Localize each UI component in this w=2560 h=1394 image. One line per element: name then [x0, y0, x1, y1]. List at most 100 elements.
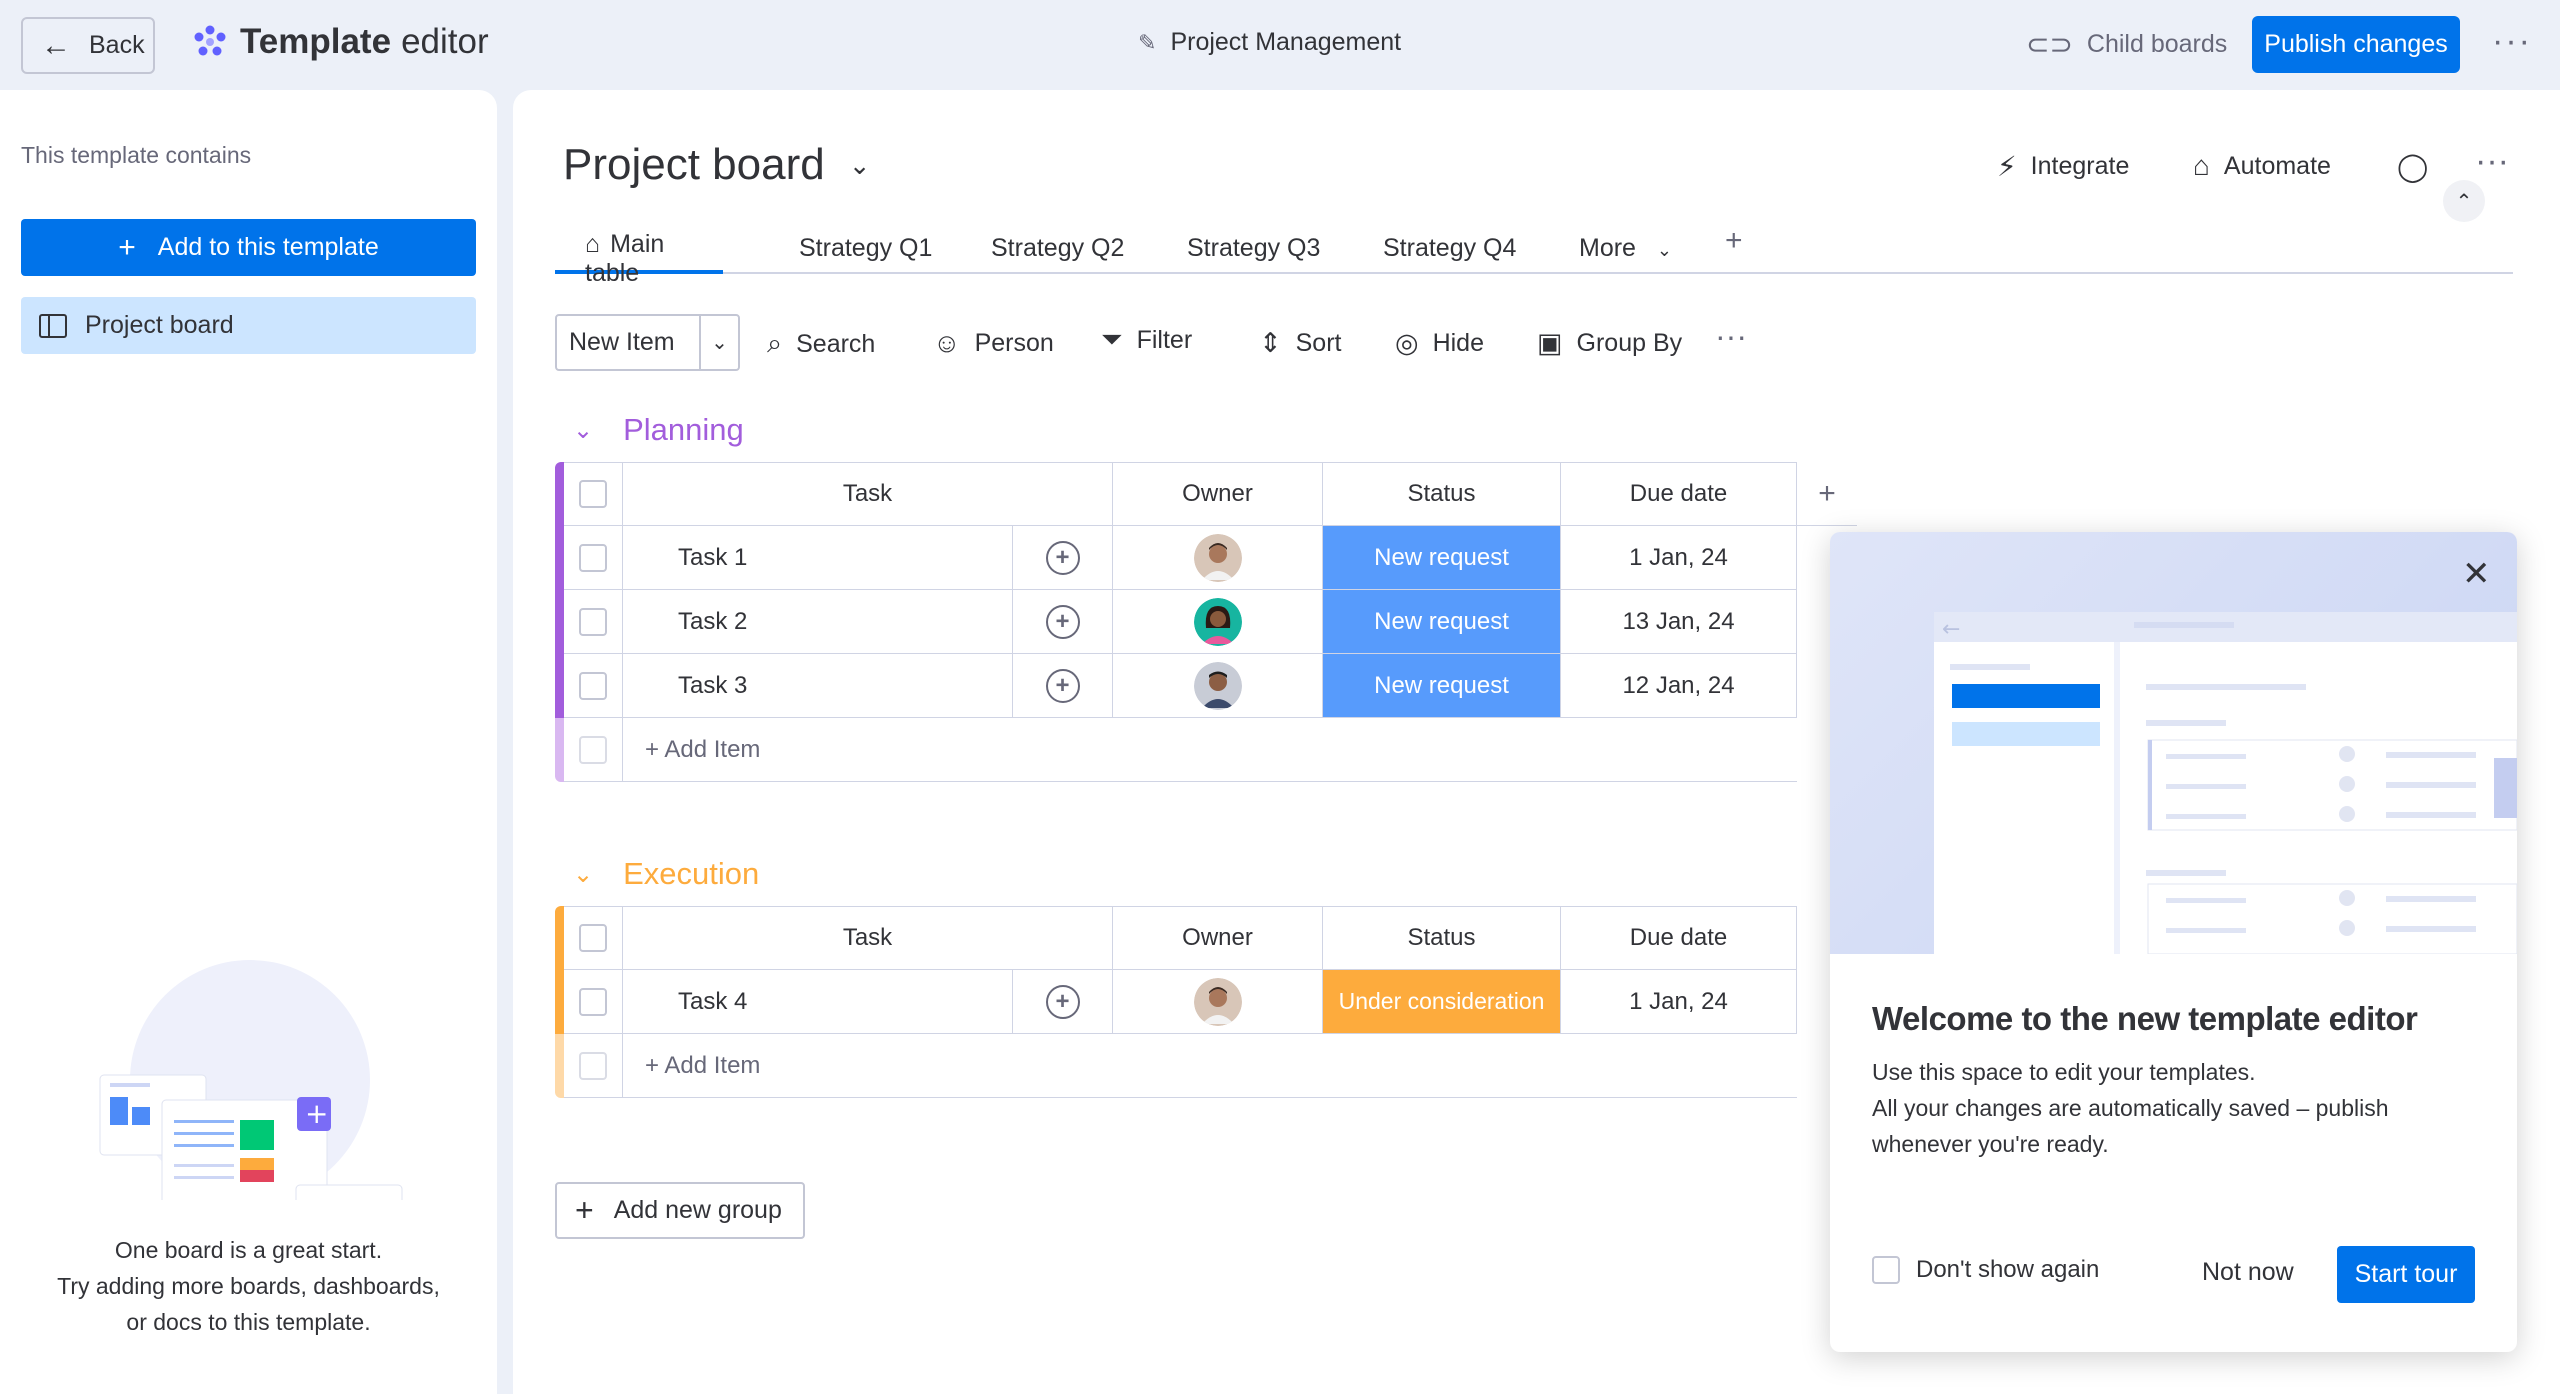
- boards-illustration-icon: +: [99, 1074, 403, 1200]
- tab-strategy-q1[interactable]: Strategy Q1: [799, 234, 932, 278]
- filter-icon: ⏷: [1101, 324, 1123, 354]
- automate-button[interactable]: ⌂ Automate: [2193, 150, 2331, 182]
- pin-icon: ✎: [1138, 29, 1157, 55]
- owner-cell[interactable]: [1113, 654, 1323, 718]
- column-header-task[interactable]: Task: [623, 462, 1113, 526]
- row-checkbox[interactable]: [579, 735, 607, 764]
- due-date[interactable]: 1 Jan, 24: [1561, 526, 1797, 590]
- svg-text:+: +: [305, 1097, 328, 1130]
- publish-changes-button[interactable]: Publish changes: [2252, 16, 2460, 73]
- sidebar-item-project-board[interactable]: Project board: [21, 297, 476, 354]
- robot-icon: ⌂: [2193, 150, 2210, 181]
- more-options-icon[interactable]: ···: [2492, 22, 2532, 61]
- dont-show-again-checkbox[interactable]: [1872, 1256, 1900, 1284]
- tab-more[interactable]: More ⌄: [1579, 234, 1672, 278]
- add-new-group-button[interactable]: + Add new group: [555, 1182, 805, 1239]
- toolbar-more-icon[interactable]: ···: [1715, 318, 1747, 355]
- search-icon: ⌕: [767, 328, 783, 358]
- sidebar-illustration: +: [90, 950, 410, 1200]
- start-tour-button[interactable]: Start tour: [2337, 1246, 2475, 1303]
- sidebar: This template contains + Add to this tem…: [0, 90, 497, 1394]
- column-header-status[interactable]: Status: [1323, 462, 1561, 526]
- owner-cell[interactable]: [1113, 526, 1323, 590]
- group-by-button[interactable]: ▣ Group By: [1537, 328, 1682, 359]
- chevron-down-icon[interactable]: ⌄: [699, 316, 738, 369]
- column-header-status[interactable]: Status: [1323, 906, 1561, 970]
- tab-strategy-q2[interactable]: Strategy Q2: [991, 234, 1124, 278]
- tab-main-table[interactable]: ⌂ Main table: [555, 230, 723, 287]
- due-date[interactable]: 13 Jan, 24: [1561, 590, 1797, 654]
- column-header-task[interactable]: Task: [623, 906, 1113, 970]
- avatar: [1193, 597, 1242, 646]
- add-to-template-button[interactable]: + Add to this template: [21, 219, 476, 276]
- collapse-header-icon[interactable]: ⌃: [2443, 180, 2485, 222]
- owner-cell[interactable]: [1113, 970, 1323, 1034]
- add-update-icon[interactable]: +: [1045, 984, 1080, 1019]
- row-checkbox[interactable]: [579, 607, 607, 636]
- sort-icon: ⇕: [1259, 328, 1282, 358]
- column-header-owner[interactable]: Owner: [1113, 906, 1323, 970]
- dialog-body: Use this space to edit your templates. A…: [1872, 1059, 2389, 1157]
- add-update-icon[interactable]: +: [1045, 604, 1080, 639]
- chevron-down-icon: ⌄: [573, 416, 594, 444]
- close-icon[interactable]: ✕: [2462, 554, 2491, 594]
- tab-strategy-q4[interactable]: Strategy Q4: [1383, 234, 1516, 278]
- select-all-checkbox[interactable]: [579, 480, 607, 508]
- eye-off-icon: ◎: [1395, 328, 1419, 358]
- row-checkbox[interactable]: [579, 987, 607, 1016]
- add-column-icon[interactable]: +: [1797, 462, 1857, 526]
- add-view-icon[interactable]: +: [1725, 224, 1743, 268]
- hide-button[interactable]: ◎ Hide: [1395, 328, 1484, 359]
- column-header-due-date[interactable]: Due date: [1561, 462, 1797, 526]
- back-button[interactable]: ← Back: [21, 17, 155, 74]
- row-checkbox[interactable]: [579, 1051, 607, 1080]
- dont-show-again-option[interactable]: Don't show again: [1872, 1256, 2099, 1284]
- arrow-left-icon: ←: [41, 28, 71, 62]
- task-name[interactable]: Task 3: [623, 654, 1013, 718]
- group-title-planning[interactable]: ⌄ Planning: [573, 412, 744, 448]
- sidebar-title: This template contains: [21, 142, 252, 168]
- add-item-input[interactable]: + Add Item: [623, 718, 1797, 782]
- child-boards-button[interactable]: ⊂⊃ Child boards: [2026, 28, 2227, 61]
- sort-button[interactable]: ⇕ Sort: [1259, 328, 1341, 359]
- column-header-due-date[interactable]: Due date: [1561, 906, 1797, 970]
- due-date[interactable]: 1 Jan, 24: [1561, 970, 1797, 1034]
- due-date[interactable]: 12 Jan, 24: [1561, 654, 1797, 718]
- search-button[interactable]: ⌕ Search: [767, 328, 875, 360]
- column-header-owner[interactable]: Owner: [1113, 462, 1323, 526]
- top-bar: ← Back Template editor ✎ Project Managem…: [0, 0, 2560, 90]
- status-badge[interactable]: New request: [1323, 526, 1561, 590]
- back-label: Back: [89, 31, 145, 59]
- comment-icon[interactable]: ◯: [2397, 150, 2442, 183]
- task-name[interactable]: Task 1: [623, 526, 1013, 590]
- status-badge[interactable]: New request: [1323, 590, 1561, 654]
- new-item-button[interactable]: New Item ⌄: [555, 314, 740, 371]
- board-title[interactable]: Project board ⌄: [563, 140, 871, 190]
- group-by-icon: ▣: [1537, 328, 1563, 358]
- plus-icon: +: [118, 230, 136, 264]
- avatar: [1193, 533, 1242, 582]
- row-checkbox[interactable]: [579, 671, 607, 700]
- tab-strategy-q3[interactable]: Strategy Q3: [1187, 234, 1320, 278]
- not-now-button[interactable]: Not now: [2202, 1258, 2294, 1287]
- select-all-checkbox[interactable]: [579, 924, 607, 952]
- person-filter-button[interactable]: ☺ Person: [933, 328, 1054, 359]
- filter-button[interactable]: ⏷ Filter: [1101, 324, 1192, 356]
- task-name[interactable]: Task 4: [623, 970, 1013, 1034]
- board-more-icon[interactable]: ···: [2475, 142, 2509, 181]
- editor-preview-icon: ←: [1934, 612, 2517, 955]
- group-title-execution[interactable]: ⌄ Execution: [573, 856, 759, 892]
- sidebar-footer-text: One board is a great start. Try adding m…: [57, 1237, 440, 1335]
- welcome-dialog: ← ✕ Welcome to the new template editor U…: [1830, 532, 2517, 1352]
- status-badge[interactable]: New request: [1323, 654, 1561, 718]
- row-checkbox[interactable]: [579, 543, 607, 572]
- add-item-input[interactable]: + Add Item: [623, 1034, 1797, 1098]
- template-logo-icon: [194, 25, 226, 56]
- status-badge[interactable]: Under consideration: [1323, 970, 1561, 1034]
- dialog-title: Welcome to the new template editor: [1872, 1000, 2418, 1037]
- add-update-icon[interactable]: +: [1045, 540, 1080, 575]
- add-update-icon[interactable]: +: [1045, 668, 1080, 703]
- owner-cell[interactable]: [1113, 590, 1323, 654]
- integrate-button[interactable]: ⚡ Integrate: [1997, 150, 2129, 183]
- task-name[interactable]: Task 2: [623, 590, 1013, 654]
